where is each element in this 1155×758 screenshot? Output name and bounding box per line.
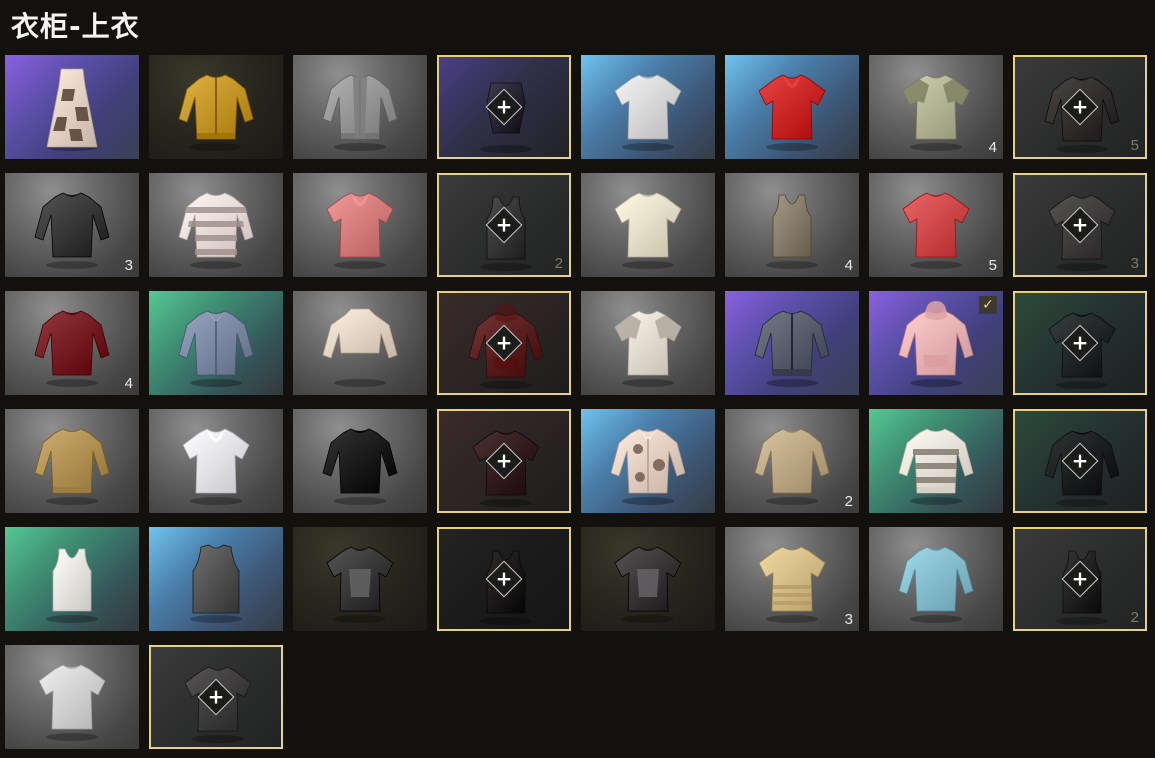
button-shirt-icon <box>178 310 254 387</box>
tank-top-icon <box>46 548 98 623</box>
wardrobe-item[interactable] <box>293 173 427 277</box>
wardrobe-item[interactable] <box>581 55 715 159</box>
plus-icon: + <box>1071 330 1089 355</box>
wardrobe-item[interactable] <box>293 291 427 395</box>
empty-slot[interactable]: + <box>1013 409 1147 513</box>
wardrobe-item[interactable] <box>725 291 859 395</box>
item-count: 2 <box>554 255 563 272</box>
long-tee-icon <box>754 428 830 505</box>
long-tee-icon <box>34 192 110 269</box>
item-count: 4 <box>124 375 133 392</box>
wardrobe-item[interactable]: ✓ <box>869 291 1003 395</box>
striped-tee-icon <box>758 546 826 623</box>
plus-icon: + <box>1071 566 1089 591</box>
print-tee-icon <box>326 546 394 623</box>
sweater-icon <box>34 428 110 505</box>
wardrobe-item[interactable] <box>149 409 283 513</box>
checkmark-icon: ✓ <box>979 296 997 314</box>
wardrobe-item[interactable]: 4 <box>725 173 859 277</box>
plus-icon: + <box>495 330 513 355</box>
item-count: 2 <box>844 493 853 510</box>
raglan-tee-icon <box>614 310 682 387</box>
raglan-tee-icon <box>902 74 970 151</box>
wardrobe-item[interactable]: 4 <box>5 291 139 395</box>
plus-icon: + <box>1071 94 1089 119</box>
wardrobe-item[interactable]: 2 <box>725 409 859 513</box>
item-count: 3 <box>1130 255 1139 272</box>
polo-icon <box>182 428 250 505</box>
plus-icon: + <box>1071 212 1089 237</box>
bomber-jacket-icon <box>178 74 254 151</box>
long-tee-icon <box>34 310 110 387</box>
polo-icon <box>326 192 394 269</box>
plus-icon: + <box>1071 448 1089 473</box>
bomber-jacket-icon <box>754 310 830 387</box>
wardrobe-item[interactable]: 3 <box>5 173 139 277</box>
wardrobe-item[interactable] <box>5 527 139 631</box>
plus-icon: + <box>207 684 225 709</box>
tank-top-icon <box>766 194 818 269</box>
empty-slot[interactable]: +2 <box>1013 527 1147 631</box>
wardrobe-item[interactable] <box>5 645 139 749</box>
wardrobe-item[interactable]: 3 <box>725 527 859 631</box>
plus-icon: + <box>495 566 513 591</box>
wardrobe-item[interactable] <box>149 527 283 631</box>
wardrobe-item[interactable]: 4 <box>869 55 1003 159</box>
floral-shirt-icon <box>610 428 686 505</box>
wardrobe-item[interactable] <box>725 55 859 159</box>
tshirt-icon <box>614 74 682 151</box>
wardrobe-item[interactable] <box>5 55 139 159</box>
plus-icon: + <box>495 448 513 473</box>
wardrobe-item[interactable] <box>5 409 139 513</box>
wardrobe-item[interactable]: 5 <box>869 173 1003 277</box>
plus-icon: + <box>495 212 513 237</box>
striped-long-tee-icon <box>178 192 254 269</box>
wardrobe-item[interactable] <box>293 55 427 159</box>
wardrobe-grid: +4 +5 3 +2 4 5 +3 4 + ✓ + +2 + +3 +2 + <box>5 55 1150 755</box>
empty-slot[interactable]: + <box>437 409 571 513</box>
empty-slot[interactable]: + <box>1013 291 1147 395</box>
wardrobe-item[interactable] <box>869 409 1003 513</box>
print-tee-icon <box>614 546 682 623</box>
empty-slot[interactable]: + <box>149 645 283 749</box>
tshirt-icon <box>38 664 106 741</box>
item-count: 4 <box>988 139 997 156</box>
wardrobe-item[interactable] <box>149 173 283 277</box>
empty-slot[interactable]: + <box>437 55 571 159</box>
item-count: 3 <box>124 257 133 274</box>
crop-long-icon <box>322 308 398 387</box>
item-count: 2 <box>1130 609 1139 626</box>
tshirt-icon <box>902 192 970 269</box>
long-tee-icon <box>898 546 974 623</box>
item-count: 4 <box>844 257 853 274</box>
polo-icon <box>758 74 826 151</box>
wardrobe-item[interactable] <box>581 527 715 631</box>
hoodie-jacket-icon <box>322 74 398 151</box>
long-tee-icon <box>322 428 398 505</box>
wardrobe-item[interactable] <box>149 291 283 395</box>
empty-slot[interactable]: +2 <box>437 173 571 277</box>
empty-slot[interactable]: + <box>437 527 571 631</box>
item-count: 3 <box>844 611 853 628</box>
item-count: 5 <box>988 257 997 274</box>
wardrobe-item[interactable] <box>149 55 283 159</box>
wardrobe-item[interactable] <box>581 173 715 277</box>
empty-slot[interactable]: +5 <box>1013 55 1147 159</box>
item-count: 5 <box>1130 137 1139 154</box>
empty-slot[interactable]: + <box>437 291 571 395</box>
wardrobe-item[interactable] <box>293 409 427 513</box>
patterned-dress-icon <box>46 68 98 151</box>
tshirt-icon <box>614 192 682 269</box>
empty-slot[interactable]: +3 <box>1013 173 1147 277</box>
wardrobe-item[interactable] <box>581 409 715 513</box>
wardrobe-item[interactable] <box>581 291 715 395</box>
wardrobe-item[interactable] <box>293 527 427 631</box>
patterned-sweater-icon <box>898 428 974 505</box>
wardrobe-item[interactable] <box>869 527 1003 631</box>
page-title: 衣柜-上衣 <box>11 10 140 43</box>
plus-icon: + <box>495 94 513 119</box>
vest-icon <box>190 544 242 623</box>
